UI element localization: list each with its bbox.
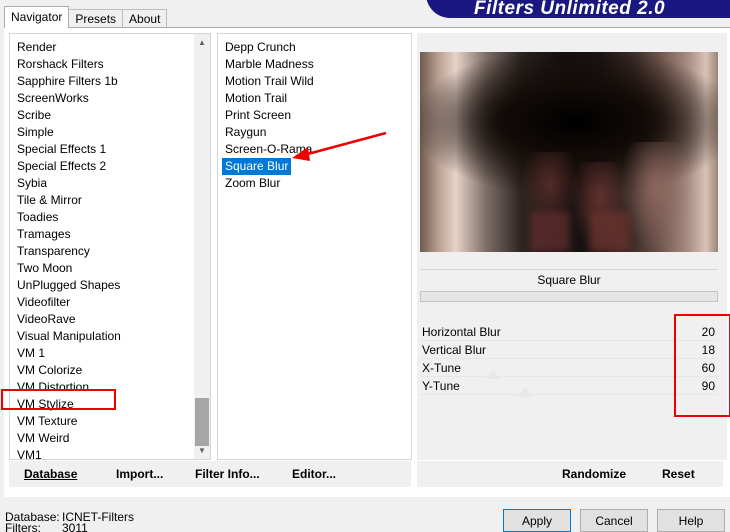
chevron-down-icon[interactable]: ▼ xyxy=(194,442,210,459)
category-item[interactable]: Tramages xyxy=(17,226,71,243)
category-item[interactable]: Special Effects 2 xyxy=(17,158,106,175)
category-item[interactable]: Sapphire Filters 1b xyxy=(17,73,118,90)
param-row-empty xyxy=(420,395,718,413)
tab-about[interactable]: About xyxy=(122,9,168,28)
editor-button[interactable]: Editor... xyxy=(292,467,336,481)
database-button[interactable]: Database xyxy=(24,467,77,481)
footer-filters: Filters: 3011 xyxy=(5,521,88,532)
filter-item[interactable]: Motion Trail Wild xyxy=(222,73,317,90)
category-item[interactable]: Videofilter xyxy=(17,294,70,311)
category-item[interactable]: Transparency xyxy=(17,243,90,260)
category-item[interactable]: Render xyxy=(17,39,56,56)
preview-image xyxy=(420,52,718,252)
filter-item[interactable]: Screen-O-Rama xyxy=(222,141,315,158)
param-value[interactable]: 90 xyxy=(702,379,715,393)
app-banner: Filters Unlimited 2.0 xyxy=(426,0,730,18)
slider-knob-icon[interactable] xyxy=(486,369,500,379)
cancel-button[interactable]: Cancel xyxy=(580,509,648,532)
reset-button[interactable]: Reset xyxy=(662,467,695,481)
category-item[interactable]: VM Colorize xyxy=(17,362,82,379)
category-item[interactable]: Visual Manipulation xyxy=(17,328,121,345)
filters-value: 3011 xyxy=(62,521,88,532)
scrollbar-thumb[interactable] xyxy=(195,398,209,446)
help-button[interactable]: Help xyxy=(657,509,725,532)
category-item[interactable]: UnPlugged Shapes xyxy=(17,277,120,294)
preview-panel: Square Blur Horizontal Blur 20 Vertical … xyxy=(417,33,727,460)
filter-progress-bar xyxy=(420,291,718,302)
filter-item[interactable]: Marble Madness xyxy=(222,56,317,73)
category-item[interactable]: VM Stylize xyxy=(17,396,74,413)
param-row-horizontal-blur[interactable]: Horizontal Blur 20 xyxy=(420,323,718,341)
filter-info-button[interactable]: Filter Info... xyxy=(195,467,260,481)
category-item[interactable]: ScreenWorks xyxy=(17,90,89,107)
param-label: Horizontal Blur xyxy=(422,325,501,339)
filter-item[interactable]: Square Blur xyxy=(222,158,292,175)
category-item[interactable]: Special Effects 1 xyxy=(17,141,106,158)
filter-list[interactable]: Depp Crunch Marble Madness Motion Trail Wi… xyxy=(217,33,412,460)
param-row-empty xyxy=(420,431,718,449)
category-item[interactable]: VideoRave xyxy=(17,311,76,328)
category-item[interactable]: VM Texture xyxy=(17,413,77,430)
param-value[interactable]: 20 xyxy=(702,325,715,339)
param-label: Y-Tune xyxy=(422,379,460,393)
tab-navigator[interactable]: Navigator xyxy=(4,6,70,28)
filter-item[interactable]: Raygun xyxy=(222,124,269,141)
import-button[interactable]: Import... xyxy=(116,467,163,481)
tab-strip: Navigator Presets About xyxy=(4,6,168,28)
param-value[interactable]: 60 xyxy=(702,361,715,375)
category-item[interactable]: VM Weird xyxy=(17,430,69,447)
param-value[interactable]: 18 xyxy=(702,343,715,357)
filter-item[interactable]: Zoom Blur xyxy=(222,175,283,192)
param-label: Vertical Blur xyxy=(422,343,487,357)
filter-name-label: Square Blur xyxy=(420,269,718,289)
database-toolbar: Database Import... Filter Info... Editor… xyxy=(9,461,411,487)
randomize-button[interactable]: Randomize xyxy=(562,467,626,481)
filter-item[interactable]: Print Screen xyxy=(222,107,294,124)
banner-title: Filters Unlimited 2.0 xyxy=(474,0,666,18)
parameter-toolbar: Randomize Reset xyxy=(417,461,723,487)
category-item[interactable]: Rorshack Filters xyxy=(17,56,104,73)
category-item[interactable]: Sybia xyxy=(17,175,47,192)
param-row-vertical-blur[interactable]: Vertical Blur 18 xyxy=(420,341,718,359)
category-item[interactable]: Simple xyxy=(17,124,54,141)
filter-item[interactable]: Depp Crunch xyxy=(222,39,299,56)
param-row-empty xyxy=(420,413,718,431)
parameter-list: Horizontal Blur 20 Vertical Blur 18 X-Tu… xyxy=(420,323,718,463)
category-item[interactable]: Toadies xyxy=(17,209,58,226)
category-scrollbar[interactable]: ▲ ▼ xyxy=(194,34,210,459)
apply-button[interactable]: Apply xyxy=(503,509,571,532)
category-list[interactable]: Render Rorshack Filters Sapphire Filters 1… xyxy=(9,33,211,460)
category-item[interactable]: Tile & Mirror xyxy=(17,192,82,209)
filter-item[interactable]: Motion Trail xyxy=(222,90,290,107)
navigator-panel: Render Rorshack Filters Sapphire Filters 1… xyxy=(4,27,730,497)
filters-label: Filters: xyxy=(5,521,41,532)
param-row-x-tune[interactable]: X-Tune 60 xyxy=(420,359,718,377)
param-label: X-Tune xyxy=(422,361,461,375)
chevron-up-icon[interactable]: ▲ xyxy=(194,34,210,51)
category-item[interactable]: Scribe xyxy=(17,107,51,124)
category-item[interactable]: VM 1 xyxy=(17,345,45,362)
category-item[interactable]: VM Distortion xyxy=(17,379,89,396)
category-item[interactable]: Two Moon xyxy=(17,260,72,277)
tab-presets[interactable]: Presets xyxy=(68,9,124,28)
category-item[interactable]: VM1 xyxy=(17,447,42,459)
param-row-y-tune[interactable]: Y-Tune 90 xyxy=(420,377,718,395)
